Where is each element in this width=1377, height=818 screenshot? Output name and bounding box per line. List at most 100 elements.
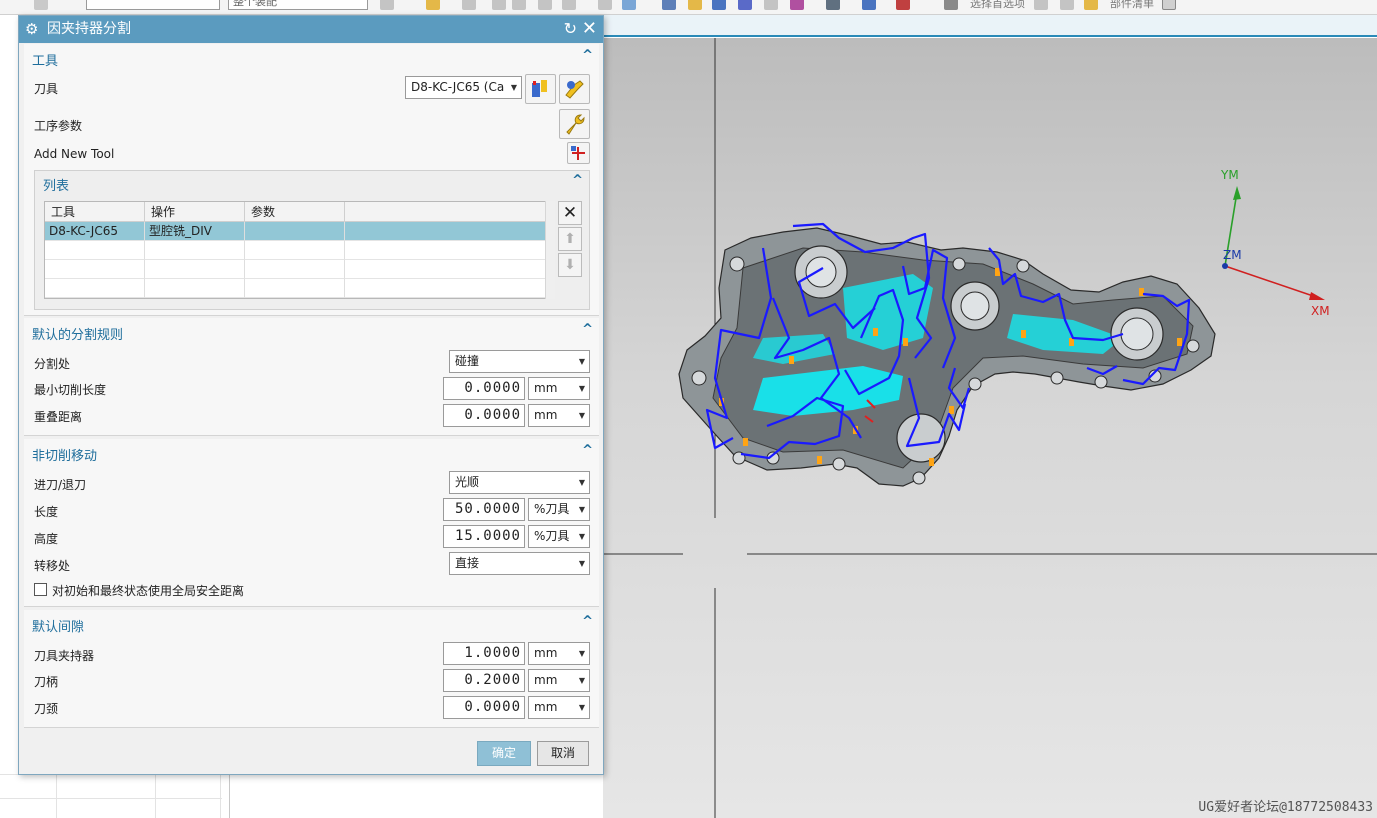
delete-button[interactable]: ✕ (558, 201, 582, 225)
collapse-caret-icon[interactable]: ^ (582, 48, 593, 63)
toolbar-icon[interactable] (426, 0, 440, 10)
height-input[interactable]: 15.0000 (443, 525, 525, 548)
cell-empty (45, 260, 145, 279)
toolbar-icon[interactable] (896, 0, 910, 10)
split-at-label: 分割处 (34, 357, 71, 371)
overlap-distance-input[interactable]: 0.0000 (443, 404, 525, 427)
unit-value: mm (534, 408, 558, 422)
nav-row[interactable] (0, 775, 222, 799)
nav-row[interactable] (0, 799, 222, 818)
toolbar-icon[interactable] (826, 0, 840, 10)
collapse-caret-icon[interactable]: ^ (572, 173, 583, 188)
transfer-label: 转移处 (34, 559, 71, 573)
toolbar-part-list[interactable]: 部件清单 (1110, 0, 1154, 11)
graphics-viewport[interactable]: YM ZM XM UG爱好者论坛@18772508433 (603, 38, 1377, 818)
height-label: 高度 (34, 532, 59, 546)
unit-value: mm (534, 646, 558, 660)
toolbar-icon[interactable] (662, 0, 676, 10)
toolbar-icon[interactable] (688, 0, 702, 10)
collapse-caret-icon[interactable]: ^ (582, 443, 593, 458)
shank-clearance-unit-select[interactable]: mm ▼ (528, 669, 590, 692)
chevron-down-icon: ▼ (578, 676, 585, 685)
toolbar-icon[interactable] (622, 0, 636, 10)
scope-combo[interactable]: 整个装配 (228, 0, 368, 10)
axis-label-z: ZM (1223, 248, 1242, 262)
cancel-button[interactable]: 取消 (537, 741, 589, 766)
toolbar-icon[interactable] (562, 0, 576, 10)
split-rules-header[interactable]: 默认的分割规则 (32, 324, 123, 343)
toolbar-icon[interactable] (1034, 0, 1048, 10)
neck-clearance-unit-select[interactable]: mm ▼ (528, 696, 590, 719)
toolbar-icon[interactable] (1162, 0, 1176, 10)
split-at-value: 碰撞 (455, 354, 480, 368)
toolbar-icon[interactable] (862, 0, 876, 10)
list-scrollbar[interactable] (545, 201, 555, 299)
holder-clearance-unit-select[interactable]: mm ▼ (528, 642, 590, 665)
dialog-title: 因夹持器分割 (47, 21, 131, 37)
tool-select[interactable]: D8-KC-JC65 (Ca ▼ (405, 76, 522, 99)
overlap-distance-unit-select[interactable]: mm ▼ (528, 404, 590, 427)
transfer-select[interactable]: 直接 ▼ (449, 552, 590, 575)
toolbar-icon[interactable] (1060, 0, 1074, 10)
axis-label-y: YM (1220, 168, 1239, 182)
cell-operation: 型腔铣_DIV (145, 222, 245, 241)
toolbar-icon[interactable] (380, 0, 394, 10)
move-up-button[interactable]: ⬆ (558, 227, 582, 251)
toolbar-icon[interactable] (738, 0, 752, 10)
tool-group-header[interactable]: 工具 (32, 50, 58, 69)
min-cut-length-input[interactable]: 0.0000 (443, 377, 525, 400)
filter-combo[interactable] (86, 0, 220, 10)
global-safe-distance-checkbox[interactable] (34, 583, 47, 596)
dialog-title-bar[interactable]: ⚙ 因夹持器分割 ↻ ✕ (19, 16, 603, 43)
toolbar-icon[interactable] (1084, 0, 1098, 10)
add-new-tool-button[interactable] (567, 142, 590, 164)
length-input[interactable]: 50.0000 (443, 498, 525, 521)
toolbar-icon[interactable] (944, 0, 958, 10)
non-cutting-header[interactable]: 非切削移动 (32, 445, 97, 464)
collapse-caret-icon[interactable]: ^ (582, 614, 593, 629)
toolbar-icon[interactable] (462, 0, 476, 10)
toolbar-icon[interactable] (538, 0, 552, 10)
non-cutting-moves-group: 非切削移动 ^ 进刀/退刀 光顺 ▼ 长度 50.0000 %刀具 ▼ 高度 1… (24, 439, 599, 607)
shank-clearance-input[interactable]: 0.2000 (443, 669, 525, 692)
viewport-tab-strip (603, 15, 1377, 37)
tool-edit-button[interactable] (525, 74, 556, 104)
unit-value: mm (534, 700, 558, 714)
split-at-select[interactable]: 碰撞 ▼ (449, 350, 590, 373)
delete-icon: ✕ (562, 203, 578, 223)
toolbar-icon[interactable] (790, 0, 804, 10)
unit-value: %刀具 (534, 502, 570, 516)
ok-button[interactable]: 确定 (477, 741, 531, 766)
toolbar-icon[interactable] (492, 0, 506, 10)
split-rules-group: 默认的分割规则 ^ 分割处 碰撞 ▼ 最小切削长度 0.0000 mm ▼ 重叠… (24, 318, 599, 436)
operation-params-button[interactable] (559, 109, 590, 139)
global-safe-distance-label: 对初始和最终状态使用全局安全距离 (52, 584, 245, 598)
toolbar-icon[interactable] (712, 0, 726, 10)
height-unit-select[interactable]: %刀具 ▼ (528, 525, 590, 548)
new-tool-button[interactable] (559, 74, 590, 104)
toolbar-icon[interactable] (598, 0, 612, 10)
operation-params-label: 工序参数 (34, 119, 83, 133)
min-cut-length-label: 最小切削长度 (34, 383, 107, 397)
collapse-caret-icon[interactable]: ^ (582, 322, 593, 337)
holder-clearance-input[interactable]: 1.0000 (443, 642, 525, 665)
close-icon[interactable]: ✕ (582, 18, 597, 40)
toolbar-icon[interactable] (512, 0, 526, 10)
engage-retract-select[interactable]: 光顺 ▼ (449, 471, 590, 494)
min-cut-length-unit-select[interactable]: mm ▼ (528, 377, 590, 400)
toolbar-icon[interactable] (764, 0, 778, 10)
length-unit-select[interactable]: %刀具 ▼ (528, 498, 590, 521)
move-down-button[interactable]: ⬇ (558, 253, 582, 277)
clearance-header[interactable]: 默认间隙 (32, 616, 84, 635)
list-group-header[interactable]: 列表 (43, 175, 69, 194)
neck-clearance-input[interactable]: 0.0000 (443, 696, 525, 719)
column-header-tool[interactable]: 工具 (45, 202, 145, 222)
column-header-params[interactable]: 参数 (245, 202, 345, 222)
holder-clearance-label: 刀具夹持器 (34, 649, 95, 663)
reset-icon[interactable]: ↻ (564, 19, 577, 39)
column-header-operation[interactable]: 操作 (145, 202, 245, 222)
toolbar-select-prefs[interactable]: 选择首选项 (970, 0, 1025, 11)
app-window: 整个装配 选择首选项 部件清单 YM ZM XM UG爱好者论坛@1877250… (0, 0, 1377, 818)
column-header-blank (345, 202, 553, 222)
toolbar-icon[interactable] (34, 0, 48, 10)
